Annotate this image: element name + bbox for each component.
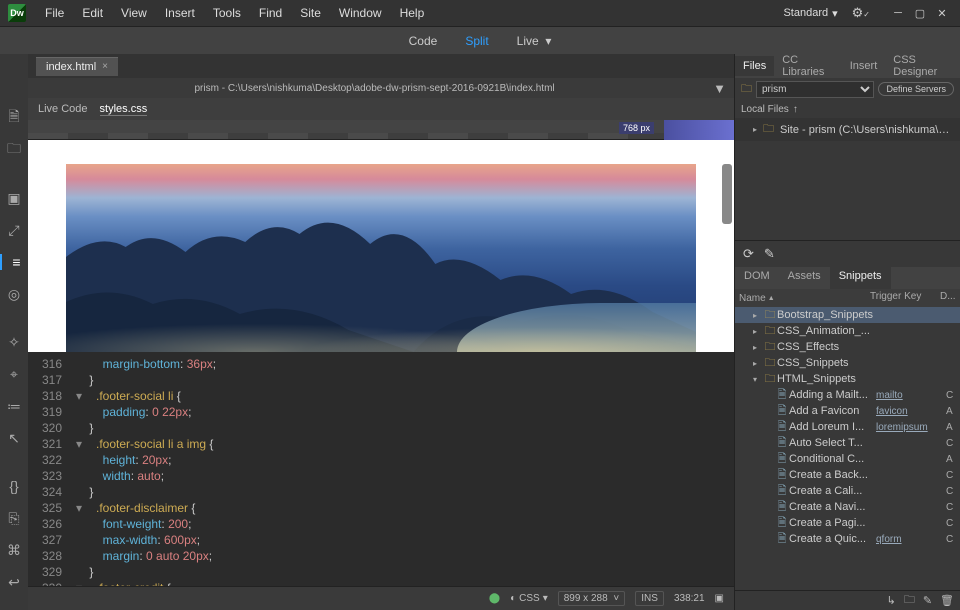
tab-cc-libraries[interactable]: CC Libraries [774,54,842,82]
view-code[interactable]: Code [397,30,450,52]
view-switcher: Code Split Live ▾ [0,26,960,54]
snippet-item[interactable]: 🗎Create a Pagi...C [735,515,960,531]
menu-find[interactable]: Find [250,2,291,24]
snippet-item[interactable]: 🗎Conditional C...A [735,451,960,467]
ruler: 768 px [28,120,734,140]
related-file[interactable]: styles.css [100,103,148,116]
scrollbar-thumb[interactable] [722,164,732,224]
filter-icon[interactable]: ▼ [713,81,726,96]
files-panel: Files CC Libraries Insert CSS Designer 🗀… [735,54,960,240]
close-button[interactable]: ✕ [932,5,952,21]
tab-snippets[interactable]: Snippets [830,267,891,289]
menu-bar: Dw File Edit View Insert Tools Find Site… [0,0,960,26]
local-files-header[interactable]: Local Files ↑ [735,100,960,118]
insert-snippet-icon[interactable]: ↳ [887,594,896,607]
braces-icon[interactable]: {} [6,478,22,494]
document-path: prism - C:\Users\nishkuma\Desktop\adobe-… [194,83,554,94]
folder-icon: 🗀 [741,80,752,99]
snippet-item[interactable]: 🗎Create a Quic...qformC [735,531,960,547]
hero-image [66,164,696,352]
inspect-icon[interactable]: ⌖ [6,366,22,382]
target-icon[interactable]: ◎ [6,286,22,302]
tab-insert[interactable]: Insert [842,56,886,76]
pointer-icon[interactable]: ↖ [6,430,22,446]
app-logo: Dw [8,4,26,22]
live-code-toggle[interactable]: Live Code [38,103,88,115]
manage-icon[interactable]: 🗀 [6,142,22,158]
define-servers-button[interactable]: Define Servers [878,82,954,96]
snippets-panel: ⟳ ✎ DOM Assets Snippets Name ▲ Trigger K… [735,240,960,610]
sync-ok-icon[interactable]: ⬤ [489,593,500,604]
view-live[interactable]: Live ▾ [505,30,564,52]
folder-icon: 🗀 [763,120,774,139]
menu-help[interactable]: Help [391,2,434,24]
delete-icon[interactable]: 🗑 [940,594,954,607]
document-area: index.html× prism - C:\Users\nishkuma\De… [28,54,734,610]
tab-assets[interactable]: Assets [779,267,830,289]
cursor-position: 338:21 [674,593,705,604]
site-dropdown[interactable]: prism [756,81,874,98]
tab-dom[interactable]: DOM [735,267,779,289]
file-tab[interactable]: index.html× [36,57,118,76]
line-icon[interactable]: ≡ [0,254,28,270]
code-editor[interactable]: 316 317 318 319 320 321 322 323 324 325 … [28,352,734,586]
link-icon[interactable]: ⎘ [6,510,22,526]
snippet-item[interactable]: 🗎Create a Navi...C [735,499,960,515]
right-panels: Files CC Libraries Insert CSS Designer 🗀… [734,54,960,610]
tab-css-designer[interactable]: CSS Designer [885,54,960,82]
tab-files[interactable]: Files [735,56,774,76]
refresh-icon[interactable]: ⟳ [743,246,754,262]
wand-icon[interactable]: ✧ [6,334,22,350]
expand-icon[interactable]: ⤢ [6,222,22,238]
minimize-button[interactable]: ─ [888,5,908,21]
snippet-item[interactable]: 🗎Create a Back...C [735,467,960,483]
left-toolbar: 🗎 🗀 ▣ ⤢ ≡ ◎ ✧ ⌖ ≔ ↖ {} ⎘ ⌘ ↩ ✶ ▤ ⟳ ⋯ [0,54,28,610]
menu-site[interactable]: Site [291,2,330,24]
new-folder-icon[interactable]: 🗀 [904,591,915,610]
snippet-item[interactable]: 🗎Auto Select T...C [735,435,960,451]
snippet-item[interactable]: 🗎Create a Cali...C [735,483,960,499]
related-files-bar: Live Code styles.css [28,98,734,120]
menu-insert[interactable]: Insert [156,2,204,24]
comment-icon[interactable]: ⌘ [6,542,22,558]
close-icon[interactable]: × [102,61,108,72]
new-snippet-icon[interactable]: ✎ [764,246,775,262]
snippet-item[interactable]: 🗎Adding a Mailt...mailtoC [735,387,960,403]
snippet-folder[interactable]: ▾🗀HTML_Snippets [735,371,960,387]
live-preview[interactable] [28,140,734,352]
sync-settings-icon[interactable]: ⚙✓ [852,5,870,21]
workspace-dropdown[interactable]: Standard ▾ [777,5,843,22]
css-indicator[interactable]: ◐ CSS ▾ [510,593,548,604]
document-path-bar: prism - C:\Users\nishkuma\Desktop\adobe-… [28,78,734,98]
menu-window[interactable]: Window [330,2,391,24]
file-icon[interactable]: 🗎 [6,110,22,126]
maximize-button[interactable]: ▢ [910,5,930,21]
site-root-row[interactable]: ▸ 🗀 Site - prism (C:\Users\nishkuma\Desk… [735,118,960,141]
wrap-icon[interactable]: ↩ [6,574,22,590]
snippet-item[interactable]: 🗎Add Loreum I...loremipsumA [735,419,960,435]
device-preview-icon[interactable]: ▣ [715,593,724,604]
tab-bar: index.html× [28,54,734,78]
status-bar: ⬤ ◐ CSS ▾ 899 x 288 ˅ INS 338:21 ▣ [28,586,734,610]
edit-icon[interactable]: ✎ [923,594,932,607]
menu-edit[interactable]: Edit [73,2,112,24]
view-split[interactable]: Split [453,30,500,52]
dom-icon[interactable]: ▣ [6,190,22,206]
menu-tools[interactable]: Tools [204,2,250,24]
format-icon[interactable]: ≔ [6,398,22,414]
menu-file[interactable]: File [36,2,73,24]
breakpoint-marker[interactable]: 768 px [619,122,654,134]
viewport-size[interactable]: 899 x 288 ˅ [558,591,626,606]
snippet-item[interactable]: 🗎Add a FaviconfaviconA [735,403,960,419]
insert-mode[interactable]: INS [635,591,664,606]
menu-view[interactable]: View [112,2,156,24]
snippets-footer: ↳ 🗀 ✎ 🗑 [735,590,960,610]
